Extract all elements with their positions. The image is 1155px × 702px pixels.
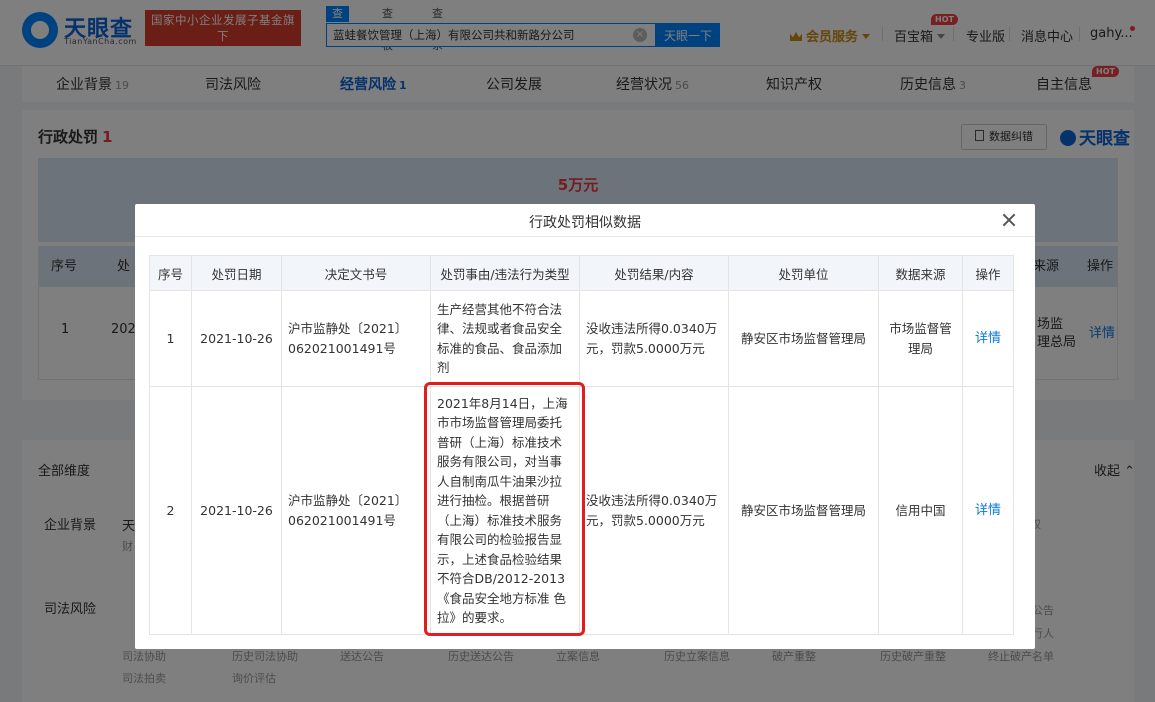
modal-header: 行政处罚相似数据 — [135, 204, 1035, 237]
detail-link[interactable]: 详情 — [975, 503, 1001, 518]
cell-unit: 静安区市场监督管理局 — [728, 290, 879, 387]
cell-date: 2021-10-26 — [191, 290, 282, 387]
modal-title: 行政处罚相似数据 — [529, 215, 641, 231]
col-header-doc-no: 决定文书号 — [281, 255, 431, 291]
col-header-date: 处罚日期 — [191, 255, 282, 291]
close-icon[interactable] — [1001, 212, 1017, 228]
similar-penalty-modal: 行政处罚相似数据 序号 处罚日期 决定文书号 处罚事由/违法行为类型 处罚结果/… — [135, 204, 1035, 649]
cell-action: 详情 — [962, 290, 1014, 387]
col-header-reason: 处罚事由/违法行为类型 — [430, 255, 580, 291]
col-header-source: 数据来源 — [878, 255, 963, 291]
cell-index: 1 — [149, 290, 192, 387]
cell-doc-no: 沪市监静处〔2021〕062021001491号 — [281, 386, 431, 635]
detail-link[interactable]: 详情 — [975, 331, 1001, 346]
cell-source: 信用中国 — [878, 386, 963, 635]
cell-action: 详情 — [962, 386, 1014, 635]
col-header-action: 操作 — [962, 255, 1014, 291]
cell-result: 没收违法所得0.0340万元，罚款5.0000万元 — [579, 386, 729, 635]
col-header-result: 处罚结果/内容 — [579, 255, 729, 291]
cell-date: 2021-10-26 — [191, 386, 282, 635]
cell-reason: 生产经营其他不符合法律、法规或者食品安全标准的食品、食品添加剂 — [430, 290, 580, 387]
cell-doc-no: 沪市监静处〔2021〕062021001491号 — [281, 290, 431, 387]
col-header-index: 序号 — [149, 255, 192, 291]
cell-source: 市场监督管理局 — [878, 290, 963, 387]
cell-unit: 静安区市场监督管理局 — [728, 386, 879, 635]
cell-index: 2 — [149, 386, 192, 635]
table-header-row: 序号 处罚日期 决定文书号 处罚事由/违法行为类型 处罚结果/内容 处罚单位 数… — [149, 255, 1014, 291]
col-header-unit: 处罚单位 — [728, 255, 879, 291]
highlight-box — [424, 382, 585, 636]
table-row: 1 2021-10-26 沪市监静处〔2021〕062021001491号 生产… — [149, 290, 1014, 387]
cell-result: 没收违法所得0.0340万元，罚款5.0000万元 — [579, 290, 729, 387]
